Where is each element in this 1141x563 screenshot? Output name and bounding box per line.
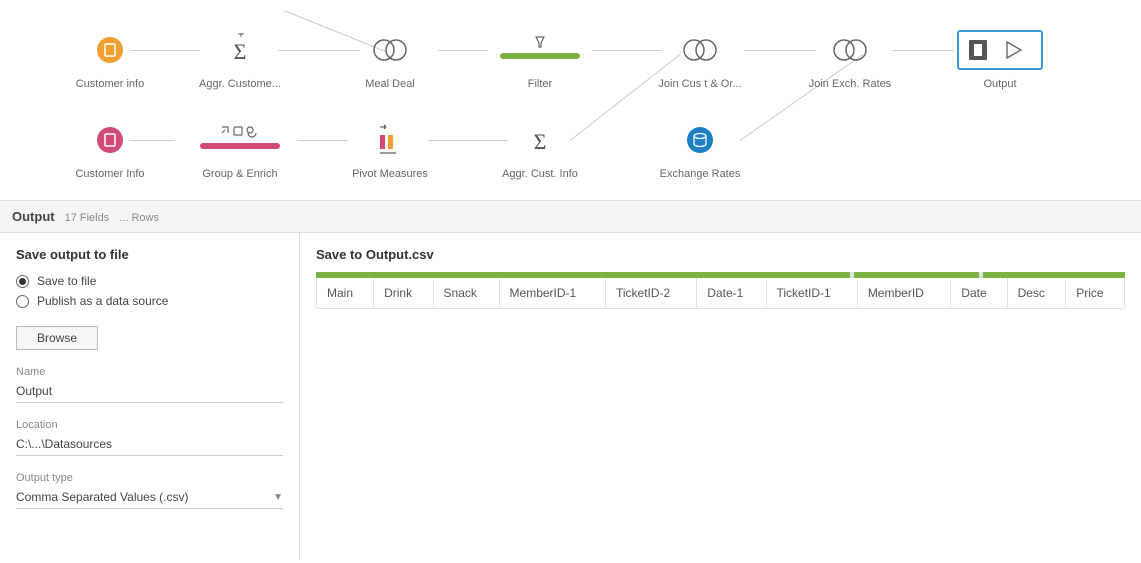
- radio-icon: [16, 275, 29, 288]
- flow-node-pivot[interactable]: Pivot Measures: [340, 120, 440, 180]
- group-enrich-icon: [190, 120, 290, 160]
- join-icon: [800, 30, 900, 70]
- flow-node-output[interactable]: Output: [950, 30, 1050, 90]
- radio-label: Save to file: [37, 274, 96, 288]
- flow-node-label: Customer info: [60, 78, 160, 90]
- name-field[interactable]: Output: [16, 380, 283, 403]
- flow-node-label: Filter: [490, 78, 590, 90]
- column-header[interactable]: Price: [1066, 278, 1125, 309]
- join-icon: [340, 30, 440, 70]
- output-type-label: Output type: [16, 472, 283, 484]
- field-profile-bar[interactable]: [316, 272, 1125, 278]
- flow-node-datasource[interactable]: Customer info: [60, 30, 160, 90]
- flow-node-join[interactable]: Meal Deal: [340, 30, 440, 90]
- flow-node-join[interactable]: Join Cus t & Or...: [650, 30, 750, 90]
- radio-icon: [16, 295, 29, 308]
- chevron-down-icon: ▼: [273, 492, 283, 503]
- flow-canvas[interactable]: Customer info Σ Aggr. Custome... Meal Deal F…: [0, 0, 1141, 200]
- column-header[interactable]: Main: [317, 278, 374, 309]
- svg-text:Σ: Σ: [534, 129, 547, 154]
- flow-node-label: Output: [950, 78, 1050, 90]
- output-type-select[interactable]: Comma Separated Values (.csv) ▼: [16, 486, 283, 509]
- output-type-value: Comma Separated Values (.csv): [16, 490, 189, 504]
- flow-node-join[interactable]: Join Exch. Rates: [800, 30, 900, 90]
- flow-node-label: Customer Info: [60, 168, 160, 180]
- radio-label: Publish as a data source: [37, 294, 168, 308]
- datasource-icon: [60, 120, 160, 160]
- flow-node-aggregate[interactable]: Σ Aggr. Cust. Info: [490, 120, 590, 180]
- datasource-icon: [60, 30, 160, 70]
- aggregate-icon: Σ: [190, 30, 290, 70]
- flow-node-label: Meal Deal: [340, 78, 440, 90]
- output-icon: [950, 30, 1050, 70]
- flow-node-label: Group & Enrich: [190, 168, 290, 180]
- flow-node-label: Join Cus t & Or...: [650, 78, 750, 90]
- column-header[interactable]: MemberID-1: [499, 278, 605, 309]
- table-header-row: MainDrinkSnackMemberID-1TicketID-2Date-1…: [317, 278, 1125, 309]
- browse-button[interactable]: Browse: [16, 326, 98, 350]
- flow-node-datasource[interactable]: Customer Info: [60, 120, 160, 180]
- summary-bar: Output 17 Fields ... Rows: [0, 200, 1141, 233]
- location-label: Location: [16, 419, 283, 431]
- flow-node-filter-step[interactable]: Filter: [490, 30, 590, 90]
- column-header[interactable]: Desc: [1007, 278, 1066, 309]
- preview-title: Save to Output.csv: [316, 247, 1125, 262]
- column-header[interactable]: TicketID-2: [605, 278, 696, 309]
- location-field[interactable]: C:\...\Datasources: [16, 433, 283, 456]
- datasource-icon: [650, 120, 750, 160]
- summary-fields: 17 Fields: [65, 212, 110, 224]
- flow-node-label: Aggr. Custome...: [190, 78, 290, 90]
- join-icon: [650, 30, 750, 70]
- column-header[interactable]: Snack: [433, 278, 499, 309]
- column-header[interactable]: Date: [951, 278, 1007, 309]
- svg-text:Σ: Σ: [234, 39, 247, 64]
- side-title: Save output to file: [16, 247, 283, 262]
- flow-node-datasource[interactable]: Exchange Rates: [650, 120, 750, 180]
- radio-save-to-file[interactable]: Save to file: [16, 274, 283, 288]
- column-header[interactable]: Date-1: [697, 278, 766, 309]
- column-header[interactable]: Drink: [374, 278, 433, 309]
- aggregate-icon: Σ: [490, 120, 590, 160]
- summary-title: Output: [12, 209, 55, 224]
- radio-publish-datasource[interactable]: Publish as a data source: [16, 294, 283, 308]
- flow-node-label: Pivot Measures: [340, 168, 440, 180]
- flow-node-label: Exchange Rates: [650, 168, 750, 180]
- summary-rows: ... Rows: [119, 212, 159, 224]
- filter-step-icon: [490, 30, 590, 70]
- flow-node-group-enrich[interactable]: Group & Enrich: [190, 120, 290, 180]
- column-header[interactable]: MemberID: [857, 278, 950, 309]
- column-header[interactable]: TicketID-1: [766, 278, 857, 309]
- output-settings-panel: Save output to file Save to file Publish…: [0, 233, 300, 560]
- name-label: Name: [16, 366, 283, 378]
- preview-table: MainDrinkSnackMemberID-1TicketID-2Date-1…: [316, 278, 1125, 309]
- preview-panel: Save to Output.csv MainDrinkSnackMemberI…: [300, 233, 1141, 560]
- flow-node-label: Join Exch. Rates: [800, 78, 900, 90]
- flow-node-label: Aggr. Cust. Info: [490, 168, 590, 180]
- pivot-icon: [340, 120, 440, 160]
- flow-node-aggregate[interactable]: Σ Aggr. Custome...: [190, 30, 290, 90]
